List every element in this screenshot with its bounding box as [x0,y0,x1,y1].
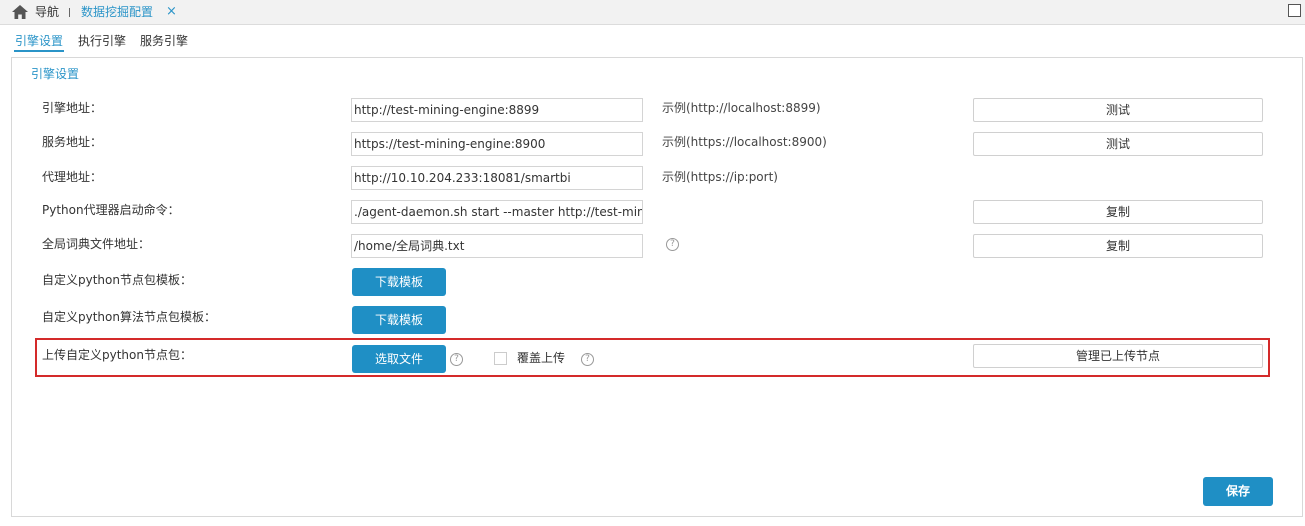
test-service-button[interactable]: 测试 [973,132,1263,156]
proxy-address-example: 示例(https://ip:port) [662,170,778,184]
tab-data-mining-config[interactable]: 数据挖掘配置 [81,4,153,20]
global-dictionary-input[interactable]: /home/全局词典.txt [351,234,643,258]
download-node-template-button[interactable]: 下载模板 [352,268,446,296]
service-address-example: 示例(https://localhost:8900) [662,135,827,149]
active-subtab-indicator [14,50,64,52]
question-circle-icon[interactable]: ? [666,238,679,251]
test-engine-button[interactable]: 测试 [973,98,1263,122]
question-circle-icon[interactable]: ? [450,353,463,366]
subtab-engine-settings[interactable]: 引擎设置 [15,34,63,48]
service-address-label: 服务地址： [42,135,103,149]
python-agent-command-input[interactable]: ./agent-daemon.sh start --master http://… [351,200,643,224]
subtab-execution-engine[interactable]: 执行引擎 [78,34,126,48]
maximize-icon[interactable] [1288,4,1301,17]
engine-address-example: 示例(http://localhost:8899) [662,101,821,115]
close-icon[interactable]: × [166,4,177,20]
copy-command-button[interactable]: 复制 [973,200,1263,224]
proxy-address-label: 代理地址： [42,170,103,184]
overwrite-upload-checkbox[interactable] [494,352,507,365]
manage-uploaded-nodes-button[interactable]: 管理已上传节点 [973,344,1263,368]
engine-settings-panel [11,57,1303,517]
overwrite-upload-label: 覆盖上传 [517,351,566,365]
top-tab-bar: 导航 数据挖掘配置 × [0,0,1305,25]
engine-address-label: 引擎地址： [42,101,103,115]
engine-address-input[interactable]: http://test-mining-engine:8899 [351,98,643,122]
python-agent-command-label: Python代理器启动命令： [42,203,180,217]
sub-tab-bar: 引擎设置 执行引擎 服务引擎 [0,26,1305,52]
python-algorithm-template-label: 自定义python算法节点包模板： [42,310,216,324]
panel-title: 引擎设置 [31,67,80,81]
service-address-input[interactable]: https://test-mining-engine:8900 [351,132,643,156]
proxy-address-input[interactable]: http://10.10.204.233:18081/smartbi [351,166,643,190]
tab-divider [69,8,70,17]
download-algorithm-template-button[interactable]: 下载模板 [352,306,446,334]
nav-tab[interactable]: 导航 [35,4,59,20]
upload-node-package-label: 上传自定义python节点包： [42,348,192,362]
copy-dictionary-button[interactable]: 复制 [973,234,1263,258]
python-node-template-label: 自定义python节点包模板： [42,273,192,287]
question-circle-icon[interactable]: ? [581,353,594,366]
choose-file-button[interactable]: 选取文件 [352,345,446,373]
save-button[interactable]: 保存 [1203,477,1273,506]
global-dictionary-label: 全局词典文件地址： [42,237,151,251]
subtab-service-engine[interactable]: 服务引擎 [140,34,188,48]
home-icon[interactable] [12,4,28,20]
